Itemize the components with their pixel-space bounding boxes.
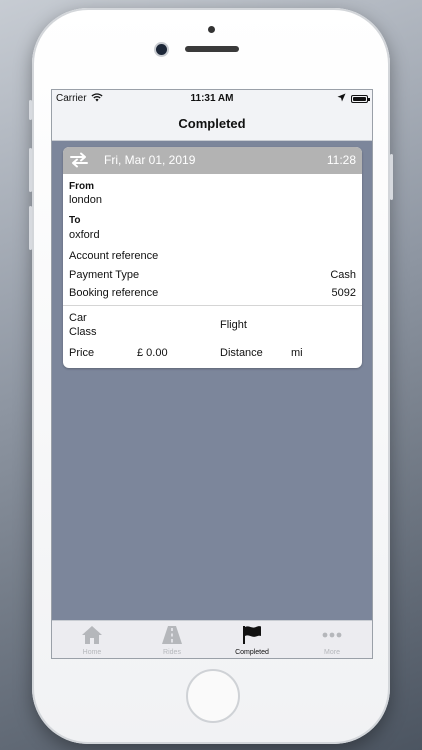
car-class-label-line2: Class xyxy=(69,326,97,338)
home-icon xyxy=(82,626,102,644)
flag-icon xyxy=(243,626,261,644)
distance-value: mi xyxy=(291,347,303,359)
road-icon xyxy=(162,626,182,644)
distance-label: Distance xyxy=(220,347,263,359)
booking-card-header: Fri, Mar 01, 2019 11:28 xyxy=(63,147,362,174)
app-screen: Carrier 11:31 AM Completed Fri, Mar 01, xyxy=(51,89,373,659)
from-label: From xyxy=(69,181,94,192)
battery-icon xyxy=(351,95,370,103)
tab-home-label: Home xyxy=(82,649,102,656)
more-icon xyxy=(322,632,342,638)
booking-reference-label: Booking reference xyxy=(69,287,159,299)
tab-rides[interactable]: Rides xyxy=(132,621,212,658)
booking-reference-value: 5092 xyxy=(331,287,356,299)
payment-type-label: Payment Type xyxy=(69,269,140,281)
tab-rides-label: Rides xyxy=(163,649,181,656)
account-reference-label: Account reference xyxy=(69,250,159,262)
tab-home[interactable]: Home xyxy=(52,621,132,658)
flight-label: Flight xyxy=(220,319,247,331)
location-arrow-icon xyxy=(337,93,346,104)
booking-time: 11:28 xyxy=(326,153,356,167)
mute-switch xyxy=(29,100,32,120)
status-bar: Carrier 11:31 AM xyxy=(52,90,372,108)
car-class-label-line1: Car xyxy=(69,312,87,324)
volume-down-button xyxy=(29,206,32,250)
from-value: london xyxy=(69,194,103,206)
booking-date: Fri, Mar 01, 2019 xyxy=(104,153,196,167)
to-label: To xyxy=(69,215,81,226)
status-time: 11:31 AM xyxy=(190,93,234,104)
proximity-sensor xyxy=(208,26,215,33)
tab-bar: Home Rides Completed More xyxy=(52,620,372,658)
page-title: Completed xyxy=(178,116,246,131)
booking-card[interactable]: Fri, Mar 01, 2019 11:28 From london To o… xyxy=(63,147,362,368)
home-button[interactable] xyxy=(186,669,240,723)
tab-completed-label: Completed xyxy=(235,649,269,656)
card-divider xyxy=(63,305,362,306)
to-value: oxford xyxy=(69,229,100,241)
power-button xyxy=(390,154,393,200)
volume-up-button xyxy=(29,148,32,192)
swap-arrows-icon xyxy=(69,152,89,171)
navigation-bar: Completed xyxy=(52,108,372,141)
tab-more-label: More xyxy=(324,649,340,656)
price-label: Price xyxy=(69,347,95,359)
earpiece-speaker xyxy=(185,46,239,52)
front-camera xyxy=(156,44,167,55)
tab-completed[interactable]: Completed xyxy=(212,621,292,658)
payment-type-value: Cash xyxy=(330,269,356,281)
tab-more[interactable]: More xyxy=(292,621,372,658)
price-value: £ 0.00 xyxy=(137,347,168,359)
